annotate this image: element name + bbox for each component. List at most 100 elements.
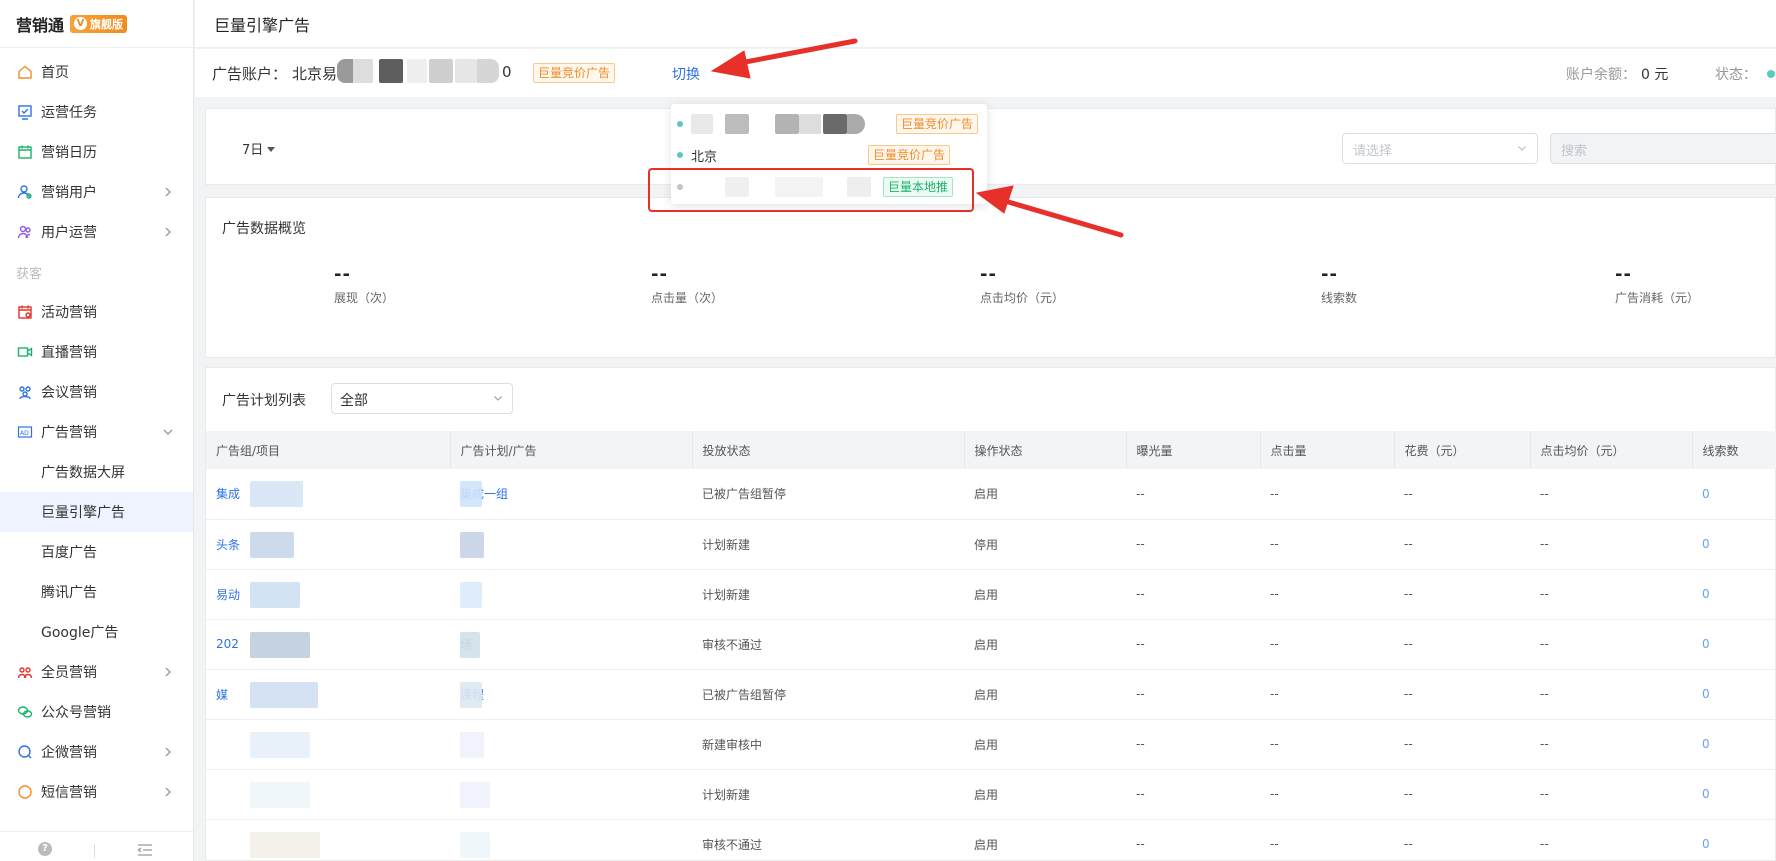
redacted-block	[823, 114, 847, 134]
cell-group[interactable]: 202	[206, 619, 450, 670]
cell-group[interactable]	[206, 719, 450, 770]
account-bar: 广告账户： 北京易 0 巨量竞价广告 切换 账户余额： 0 元 状态：	[195, 49, 1776, 97]
table-row[interactable]: 计划新建 启用 -- -- -- -- 0	[206, 769, 1776, 820]
chevron-right-icon	[165, 667, 171, 677]
cell-group[interactable]: 易动	[206, 569, 450, 620]
cell-text: --	[1270, 787, 1279, 801]
cell-cost: --	[1394, 569, 1530, 620]
cell-imp: --	[1126, 519, 1260, 570]
home-icon	[16, 63, 34, 81]
cell-group[interactable]: 头条	[206, 519, 450, 570]
cell-group[interactable]	[206, 769, 450, 820]
highlight-box	[648, 168, 974, 212]
sidebar-item-staff[interactable]: 全员营销	[0, 652, 193, 692]
col-header[interactable]: 花费（元）	[1394, 431, 1531, 469]
redacted-block	[429, 59, 453, 83]
sidebar-item-label: 活动营销	[41, 305, 97, 321]
sidebar-item-home[interactable]: 首页	[0, 52, 193, 92]
cell-text: --	[1404, 787, 1413, 801]
sidebar-item-ads[interactable]: AD 广告营销	[0, 412, 193, 452]
cell-text: --	[1540, 837, 1549, 851]
sidebar-sub-ad-dashboard[interactable]: 广告数据大屏	[0, 452, 193, 492]
col-header[interactable]: 点击量	[1260, 431, 1395, 469]
cell-text: --	[1270, 486, 1279, 501]
campaign-table-panel: 广告计划列表 全部 广告组/项目 广告计划/广告 投放状态 操作状态 曝光量 点…	[205, 367, 1776, 861]
table-row[interactable]: 新建审核中 启用 -- -- -- -- 0	[206, 719, 1776, 770]
caret-down-icon	[267, 147, 276, 152]
account-option[interactable]: 北京 巨量竞价广告	[671, 139, 987, 171]
help-icon[interactable]: ?	[38, 842, 52, 856]
switch-account-link[interactable]: 切换	[672, 64, 700, 84]
search-input[interactable]: 搜索	[1550, 133, 1776, 164]
table-filter-select[interactable]: 全部	[331, 383, 513, 414]
col-header[interactable]: 曝光量	[1126, 431, 1261, 469]
col-header[interactable]: 广告组/项目	[206, 431, 451, 469]
sidebar-item-sms[interactable]: 短信营销	[0, 772, 193, 812]
sidebar-item-meeting[interactable]: 会议营销	[0, 372, 193, 412]
cell-leads[interactable]: 0	[1692, 669, 1776, 720]
cell-text: 202	[216, 637, 239, 651]
cell-plan[interactable]	[450, 719, 692, 770]
col-header[interactable]: 点击均价（元）	[1530, 431, 1693, 469]
account-option[interactable]: 巨量竞价广告	[671, 108, 987, 140]
sidebar-sub-tencent[interactable]: 腾讯广告	[0, 572, 193, 612]
status-dot	[677, 121, 683, 127]
date-range-dropdown[interactable]: 7日	[242, 139, 276, 158]
cell-plan[interactable]	[450, 819, 692, 861]
cell-text: 0	[1702, 787, 1710, 801]
cell-text: 0	[1702, 737, 1710, 751]
table-row[interactable]: 202 场审核不通过 启用 -- -- -- -- 0	[206, 619, 1776, 670]
table-row[interactable]: 集成 集成一组 已被广告组暂停 启用 -- -- -- -- 0	[206, 469, 1776, 520]
sidebar-sub-google[interactable]: Google广告	[0, 612, 193, 652]
sidebar-item-wechat[interactable]: 公众号营销	[0, 692, 193, 732]
sidebar-sub-baidu[interactable]: 百度广告	[0, 532, 193, 572]
cell-group[interactable]: 媒	[206, 669, 450, 720]
collapse-sidebar-icon[interactable]	[137, 843, 153, 857]
cell-group[interactable]	[206, 819, 450, 861]
sidebar-item-users[interactable]: 营销用户	[0, 172, 193, 212]
cell-leads[interactable]: 0	[1692, 819, 1776, 861]
campaign-table: 广告组/项目 广告计划/广告 投放状态 操作状态 曝光量 点击量 花费（元） 点…	[206, 431, 1776, 861]
sidebar-item-wecom[interactable]: 企微营销	[0, 732, 193, 772]
sidebar-sub-ocean-engine[interactable]: 巨量引擎广告	[0, 492, 193, 532]
cell-leads[interactable]: 0	[1692, 769, 1776, 820]
edition-badge-label: 旗舰版	[90, 17, 124, 31]
redacted-block	[460, 681, 482, 708]
cell-plan[interactable]	[450, 569, 692, 620]
cell-leads[interactable]: 0	[1692, 519, 1776, 570]
cell-leads[interactable]: 0	[1692, 569, 1776, 620]
sidebar-item-tasks[interactable]: 运营任务	[0, 92, 193, 132]
sidebar-item-user-ops[interactable]: 用户运营	[0, 212, 193, 252]
cell-plan[interactable]: 场	[450, 619, 692, 670]
metric-label: 线索数	[1321, 291, 1358, 305]
cell-plan[interactable]: 课程	[450, 669, 692, 720]
col-header[interactable]: 广告计划/广告	[450, 431, 693, 469]
filter-select[interactable]: 请选择	[1342, 133, 1538, 164]
cell-plan[interactable]: 集成一组	[450, 469, 692, 520]
cell-group[interactable]: 集成	[206, 469, 450, 520]
sidebar-item-live[interactable]: 直播营销	[0, 332, 193, 372]
ad-icon: AD	[16, 423, 34, 441]
cell-leads[interactable]: 0	[1692, 469, 1776, 520]
staff-icon	[16, 663, 34, 681]
cell-plan[interactable]	[450, 519, 692, 570]
table-row[interactable]: 媒 课程已被广告组暂停 启用 -- -- -- -- 0	[206, 669, 1776, 720]
cell-text: 计划新建	[702, 587, 751, 602]
sidebar-item-events[interactable]: 活动营销	[0, 292, 193, 332]
cell-plan[interactable]	[450, 769, 692, 820]
table-row[interactable]: 审核不通过 启用 -- -- -- -- 0	[206, 819, 1776, 861]
col-header[interactable]: 操作状态	[964, 431, 1127, 469]
col-header[interactable]: 投放状态	[692, 431, 965, 469]
cell-delivery: 新建审核中	[692, 719, 964, 770]
sidebar-footer: ?	[0, 831, 193, 861]
col-header[interactable]: 线索数	[1692, 431, 1776, 469]
redacted-block	[250, 831, 320, 858]
chevron-down-icon	[494, 396, 502, 401]
cell-leads[interactable]: 0	[1692, 619, 1776, 670]
account-type-tag: 巨量竞价广告	[533, 63, 616, 83]
cell-text: --	[1404, 637, 1413, 651]
table-row[interactable]: 易动 计划新建 启用 -- -- -- -- 0	[206, 569, 1776, 620]
table-row[interactable]: 头条 计划新建 停用 -- -- -- -- 0	[206, 519, 1776, 570]
sidebar-item-calendar[interactable]: 营销日历	[0, 132, 193, 172]
cell-leads[interactable]: 0	[1692, 719, 1776, 770]
